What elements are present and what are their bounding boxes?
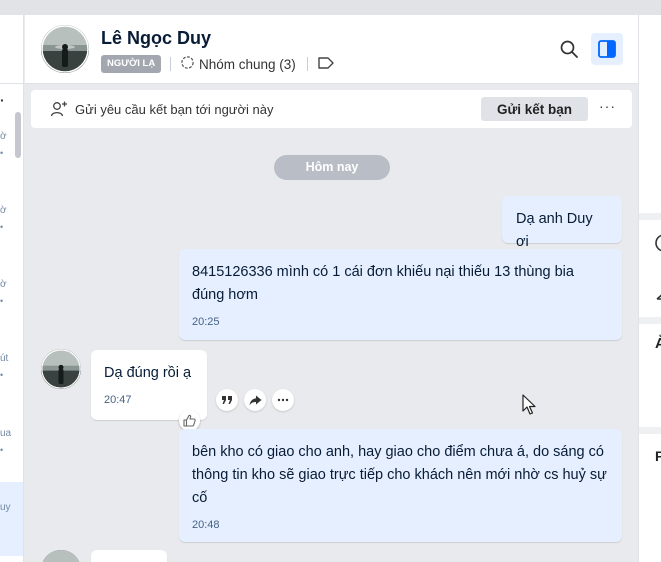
sender-avatar[interactable]	[41, 550, 81, 562]
panel-section-title: Ả	[655, 335, 661, 352]
more-options-icon[interactable]: ···	[599, 98, 616, 114]
message-text: bên kho có giao cho anh, hay giao cho đi…	[192, 444, 607, 506]
list-item-fragment[interactable]: uy	[0, 502, 11, 513]
panel-divider	[639, 317, 661, 324]
list-item-fragment[interactable]: ờ	[0, 279, 7, 290]
header-divider	[170, 57, 171, 71]
friend-request-text: Gửi yêu cầu kết bạn tới người này	[75, 102, 274, 117]
quote-icon	[222, 396, 232, 404]
panel-divider	[639, 427, 661, 434]
stranger-badge: NGƯỜI LẠ	[101, 55, 162, 73]
list-item-fragment[interactable]: ua	[0, 428, 11, 439]
sidebar-toggle-icon	[598, 40, 616, 58]
reaction-button[interactable]	[179, 410, 200, 431]
sidebar-toggle-button[interactable]	[591, 33, 623, 65]
chat-header: Lê Ngọc Duy NGƯỜI LẠ Nhóm chung (3)	[25, 15, 638, 84]
group-icon	[180, 55, 195, 73]
header-divider	[307, 57, 308, 71]
panel-section-title: F	[655, 448, 661, 464]
info-panel: Ả F	[638, 15, 661, 562]
message-bubble-outgoing[interactable]: 8415126336 mình có 1 cái đơn khiếu nại t…	[179, 249, 622, 340]
more-icon	[277, 398, 289, 402]
list-item-fragment[interactable]: ờ	[0, 205, 7, 216]
panel-divider	[639, 213, 661, 220]
thumbs-up-icon	[183, 414, 196, 427]
conversation-list-scrollbar[interactable]	[15, 112, 21, 158]
message-text: Dạ anh Duy ơi	[516, 211, 593, 250]
message-bubble-outgoing[interactable]: Dạ anh Duy ơi	[502, 196, 622, 250]
message-time: 20:48	[192, 519, 220, 531]
message-text: Dạ đúng rồi ạ	[104, 365, 192, 381]
more-actions-button[interactable]	[272, 389, 294, 411]
active-conversation-item[interactable]	[0, 482, 23, 556]
common-groups-label: Nhóm chung (3)	[199, 56, 296, 72]
conversation-list[interactable]: · ờ • ờ • ờ • út • ua • uy	[0, 15, 24, 562]
message-bubble-incoming[interactable]	[91, 550, 167, 562]
date-divider: Hôm nay	[274, 155, 390, 180]
share-button[interactable]	[244, 389, 266, 411]
list-item-fragment-dot: •	[0, 148, 4, 158]
quote-button[interactable]	[216, 389, 238, 411]
list-item-fragment-dot: •	[0, 296, 4, 306]
panel-fragment-icon	[655, 285, 661, 305]
mouse-cursor-icon	[522, 394, 538, 421]
panel-fragment-icon	[655, 233, 661, 257]
top-strip	[0, 0, 661, 15]
contact-name[interactable]: Lê Ngọc Duy	[101, 28, 211, 49]
list-divider	[0, 83, 23, 84]
common-groups-link[interactable]: Nhóm chung (3)	[180, 55, 296, 73]
list-item-fragment[interactable]: ờ	[0, 131, 7, 142]
list-item-fragment-dot: •	[0, 370, 4, 380]
share-icon	[249, 395, 261, 405]
message-bubble-outgoing[interactable]: bên kho có giao cho anh, hay giao cho đi…	[179, 429, 622, 542]
list-item-fragment[interactable]: út	[0, 353, 8, 364]
sender-avatar[interactable]	[41, 349, 81, 389]
message-time: 20:47	[104, 394, 132, 406]
list-dot: ·	[0, 92, 5, 108]
search-icon[interactable]	[559, 39, 579, 64]
list-item-fragment-dot: •	[0, 445, 4, 455]
tag-icon[interactable]	[317, 56, 335, 75]
message-time: 20:25	[192, 316, 220, 328]
add-user-icon	[50, 100, 68, 123]
send-friend-request-button[interactable]: Gửi kết bạn	[481, 97, 588, 121]
list-item-fragment-dot: •	[0, 222, 4, 232]
contact-avatar[interactable]	[41, 25, 89, 73]
message-text: 8415126336 mình có 1 cái đơn khiếu nại t…	[192, 264, 574, 303]
friend-request-bar: Gửi yêu cầu kết bạn tới người này Gửi kế…	[31, 90, 632, 128]
